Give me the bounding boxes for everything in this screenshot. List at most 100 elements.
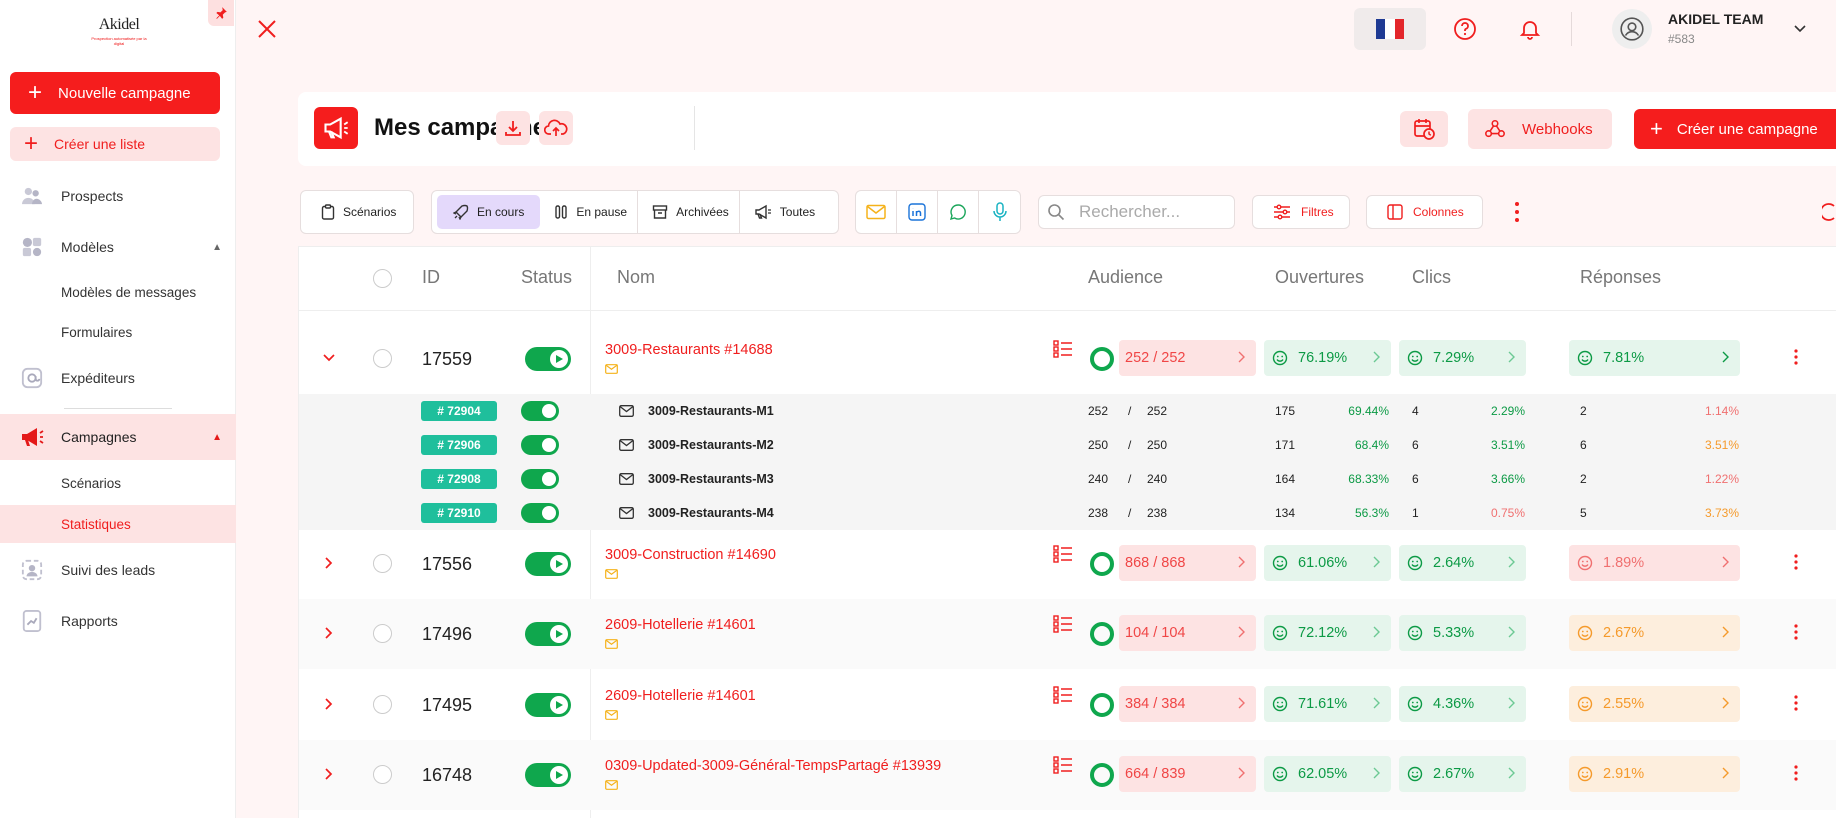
header-nom[interactable]: Nom — [617, 267, 655, 288]
clicks-pill[interactable]: 7.29% — [1399, 340, 1526, 376]
table-row[interactable]: 17559 3009-Restaurants #14688 252 / 252 … — [299, 324, 1836, 394]
status-toggle[interactable] — [525, 763, 571, 787]
opens-pill[interactable]: 72.12% — [1264, 615, 1391, 651]
message-status-toggle[interactable] — [521, 401, 559, 421]
schedule-button[interactable] — [1400, 111, 1448, 147]
chevron-down-icon[interactable] — [1792, 20, 1808, 36]
message-step-row[interactable]: # 72908 3009-Restaurants-M3 240 / 240 16… — [299, 462, 1836, 496]
scenarios-tab[interactable]: Scénarios — [301, 195, 406, 229]
help-icon[interactable] — [1453, 17, 1477, 41]
row-more-icon[interactable] — [1794, 553, 1798, 571]
opens-pill[interactable]: 62.05% — [1264, 756, 1391, 792]
akidel-logo[interactable]: Akidel Prospection automatisée par la di… — [86, 16, 152, 52]
sidebar-item-formulaires[interactable]: Formulaires — [0, 313, 236, 351]
replies-pill[interactable]: 2.55% — [1569, 686, 1740, 722]
chevron-right-icon[interactable] — [321, 625, 337, 641]
replies-pill[interactable]: 1.89% — [1569, 545, 1740, 581]
header-reponses[interactable]: Réponses — [1580, 267, 1661, 288]
audience-pill[interactable]: 664 / 839 — [1119, 756, 1256, 792]
language-selector[interactable] — [1354, 8, 1426, 50]
status-toggle[interactable] — [525, 347, 571, 371]
webhooks-button[interactable]: Webhooks — [1468, 109, 1612, 149]
table-row[interactable]: 17496 2609-Hotellerie #14601 104 / 104 7… — [299, 599, 1836, 669]
refresh-icon[interactable] — [1822, 202, 1836, 222]
filters-button[interactable]: Filtres — [1252, 195, 1350, 229]
message-step-row[interactable]: # 72906 3009-Restaurants-M2 250 / 250 17… — [299, 428, 1836, 462]
chevron-right-icon[interactable] — [321, 696, 337, 712]
download-button[interactable] — [496, 111, 530, 145]
clicks-pill[interactable]: 2.67% — [1399, 756, 1526, 792]
opens-pill[interactable]: 76.19% — [1264, 340, 1391, 376]
header-id[interactable]: ID — [422, 267, 440, 288]
create-campaign-button[interactable]: + Créer une campagne — [1634, 109, 1836, 149]
message-step-row[interactable]: # 72904 3009-Restaurants-M1 252 / 252 17… — [299, 394, 1836, 428]
scenarios-filter[interactable]: Scénarios — [300, 190, 414, 234]
row-checkbox[interactable] — [373, 624, 392, 643]
tab-en-cours[interactable]: En cours — [437, 195, 541, 229]
sidebar-item-prospects[interactable]: Prospects — [0, 176, 236, 216]
audience-pill[interactable]: 104 / 104 — [1119, 615, 1256, 651]
chevron-right-icon[interactable] — [321, 766, 337, 782]
message-status-toggle[interactable] — [521, 435, 559, 455]
sidebar-item-statistiques[interactable]: Statistiques — [0, 505, 236, 543]
tab-toutes[interactable]: Toutes — [740, 195, 825, 229]
chevron-right-icon[interactable] — [321, 555, 337, 571]
message-status-toggle[interactable] — [521, 469, 559, 489]
audience-pill[interactable]: 868 / 868 — [1119, 545, 1256, 581]
sidebar-item-rapports[interactable]: Rapports — [0, 601, 236, 641]
chevron-down-icon[interactable] — [321, 350, 337, 366]
avatar[interactable] — [1612, 9, 1652, 49]
opens-pill[interactable]: 71.61% — [1264, 686, 1391, 722]
campaign-name[interactable]: 0309-Updated-3009-Général-TempsPartagé #… — [605, 758, 941, 774]
more-options-icon[interactable] — [1514, 200, 1520, 224]
audience-pill[interactable]: 252 / 252 — [1119, 340, 1256, 376]
list-details-icon[interactable] — [1053, 615, 1073, 633]
sidebar-item-scenarios[interactable]: Scénarios — [0, 464, 236, 502]
replies-pill[interactable]: 2.91% — [1569, 756, 1740, 792]
row-checkbox[interactable] — [373, 554, 392, 573]
search-input[interactable] — [1079, 202, 1219, 222]
cloud-upload-button[interactable] — [539, 111, 573, 145]
header-status[interactable]: Status — [521, 267, 572, 288]
status-toggle[interactable] — [525, 622, 571, 646]
sidebar-item-suivi-leads[interactable]: Suivi des leads — [0, 550, 236, 590]
table-row[interactable]: 17495 2609-Hotellerie #14601 384 / 384 7… — [299, 670, 1836, 740]
message-step-row[interactable]: # 72910 3009-Restaurants-M4 238 / 238 13… — [299, 496, 1836, 530]
status-toggle[interactable] — [525, 552, 571, 576]
create-list-button[interactable]: + Créer une liste — [10, 127, 220, 161]
list-details-icon[interactable] — [1053, 340, 1073, 358]
channel-linkedin-filter[interactable] — [897, 191, 938, 233]
campaign-name[interactable]: 2609-Hotellerie #14601 — [605, 688, 756, 704]
columns-button[interactable]: Colonnes — [1366, 195, 1483, 229]
replies-pill[interactable]: 7.81% — [1569, 340, 1740, 376]
channel-email-filter[interactable] — [856, 191, 897, 233]
select-all-checkbox[interactable] — [373, 269, 392, 288]
row-checkbox[interactable] — [373, 765, 392, 784]
replies-pill[interactable]: 2.67% — [1569, 615, 1740, 651]
pin-icon[interactable] — [208, 0, 234, 26]
channel-voice-filter[interactable] — [979, 191, 1020, 233]
table-row[interactable]: 16748 0309-Updated-3009-Général-TempsPar… — [299, 740, 1836, 810]
new-campaign-button[interactable]: + Nouvelle campagne — [10, 72, 220, 114]
row-more-icon[interactable] — [1794, 623, 1798, 641]
sidebar-item-modeles-messages[interactable]: Modèles de messages — [0, 273, 236, 311]
row-checkbox[interactable] — [373, 349, 392, 368]
sidebar-item-expediteurs[interactable]: Expéditeurs — [0, 358, 236, 398]
sidebar-item-modeles[interactable]: Modèles ▲ — [0, 227, 236, 267]
opens-pill[interactable]: 61.06% — [1264, 545, 1391, 581]
header-audience[interactable]: Audience — [1088, 267, 1163, 288]
list-details-icon[interactable] — [1053, 545, 1073, 563]
search-box[interactable] — [1038, 195, 1235, 229]
clicks-pill[interactable]: 2.64% — [1399, 545, 1526, 581]
row-more-icon[interactable] — [1794, 348, 1798, 366]
row-more-icon[interactable] — [1794, 694, 1798, 712]
header-ouvertures[interactable]: Ouvertures — [1275, 267, 1364, 288]
caret-up-icon[interactable]: ▲ — [212, 432, 222, 443]
row-more-icon[interactable] — [1794, 764, 1798, 782]
chevron-up-icon[interactable]: ▲ — [212, 242, 222, 253]
channel-sms-filter[interactable] — [938, 191, 979, 233]
tab-archivees[interactable]: Archivées — [638, 195, 739, 229]
clicks-pill[interactable]: 4.36% — [1399, 686, 1526, 722]
list-details-icon[interactable] — [1053, 686, 1073, 704]
notification-bell-icon[interactable] — [1518, 17, 1542, 41]
